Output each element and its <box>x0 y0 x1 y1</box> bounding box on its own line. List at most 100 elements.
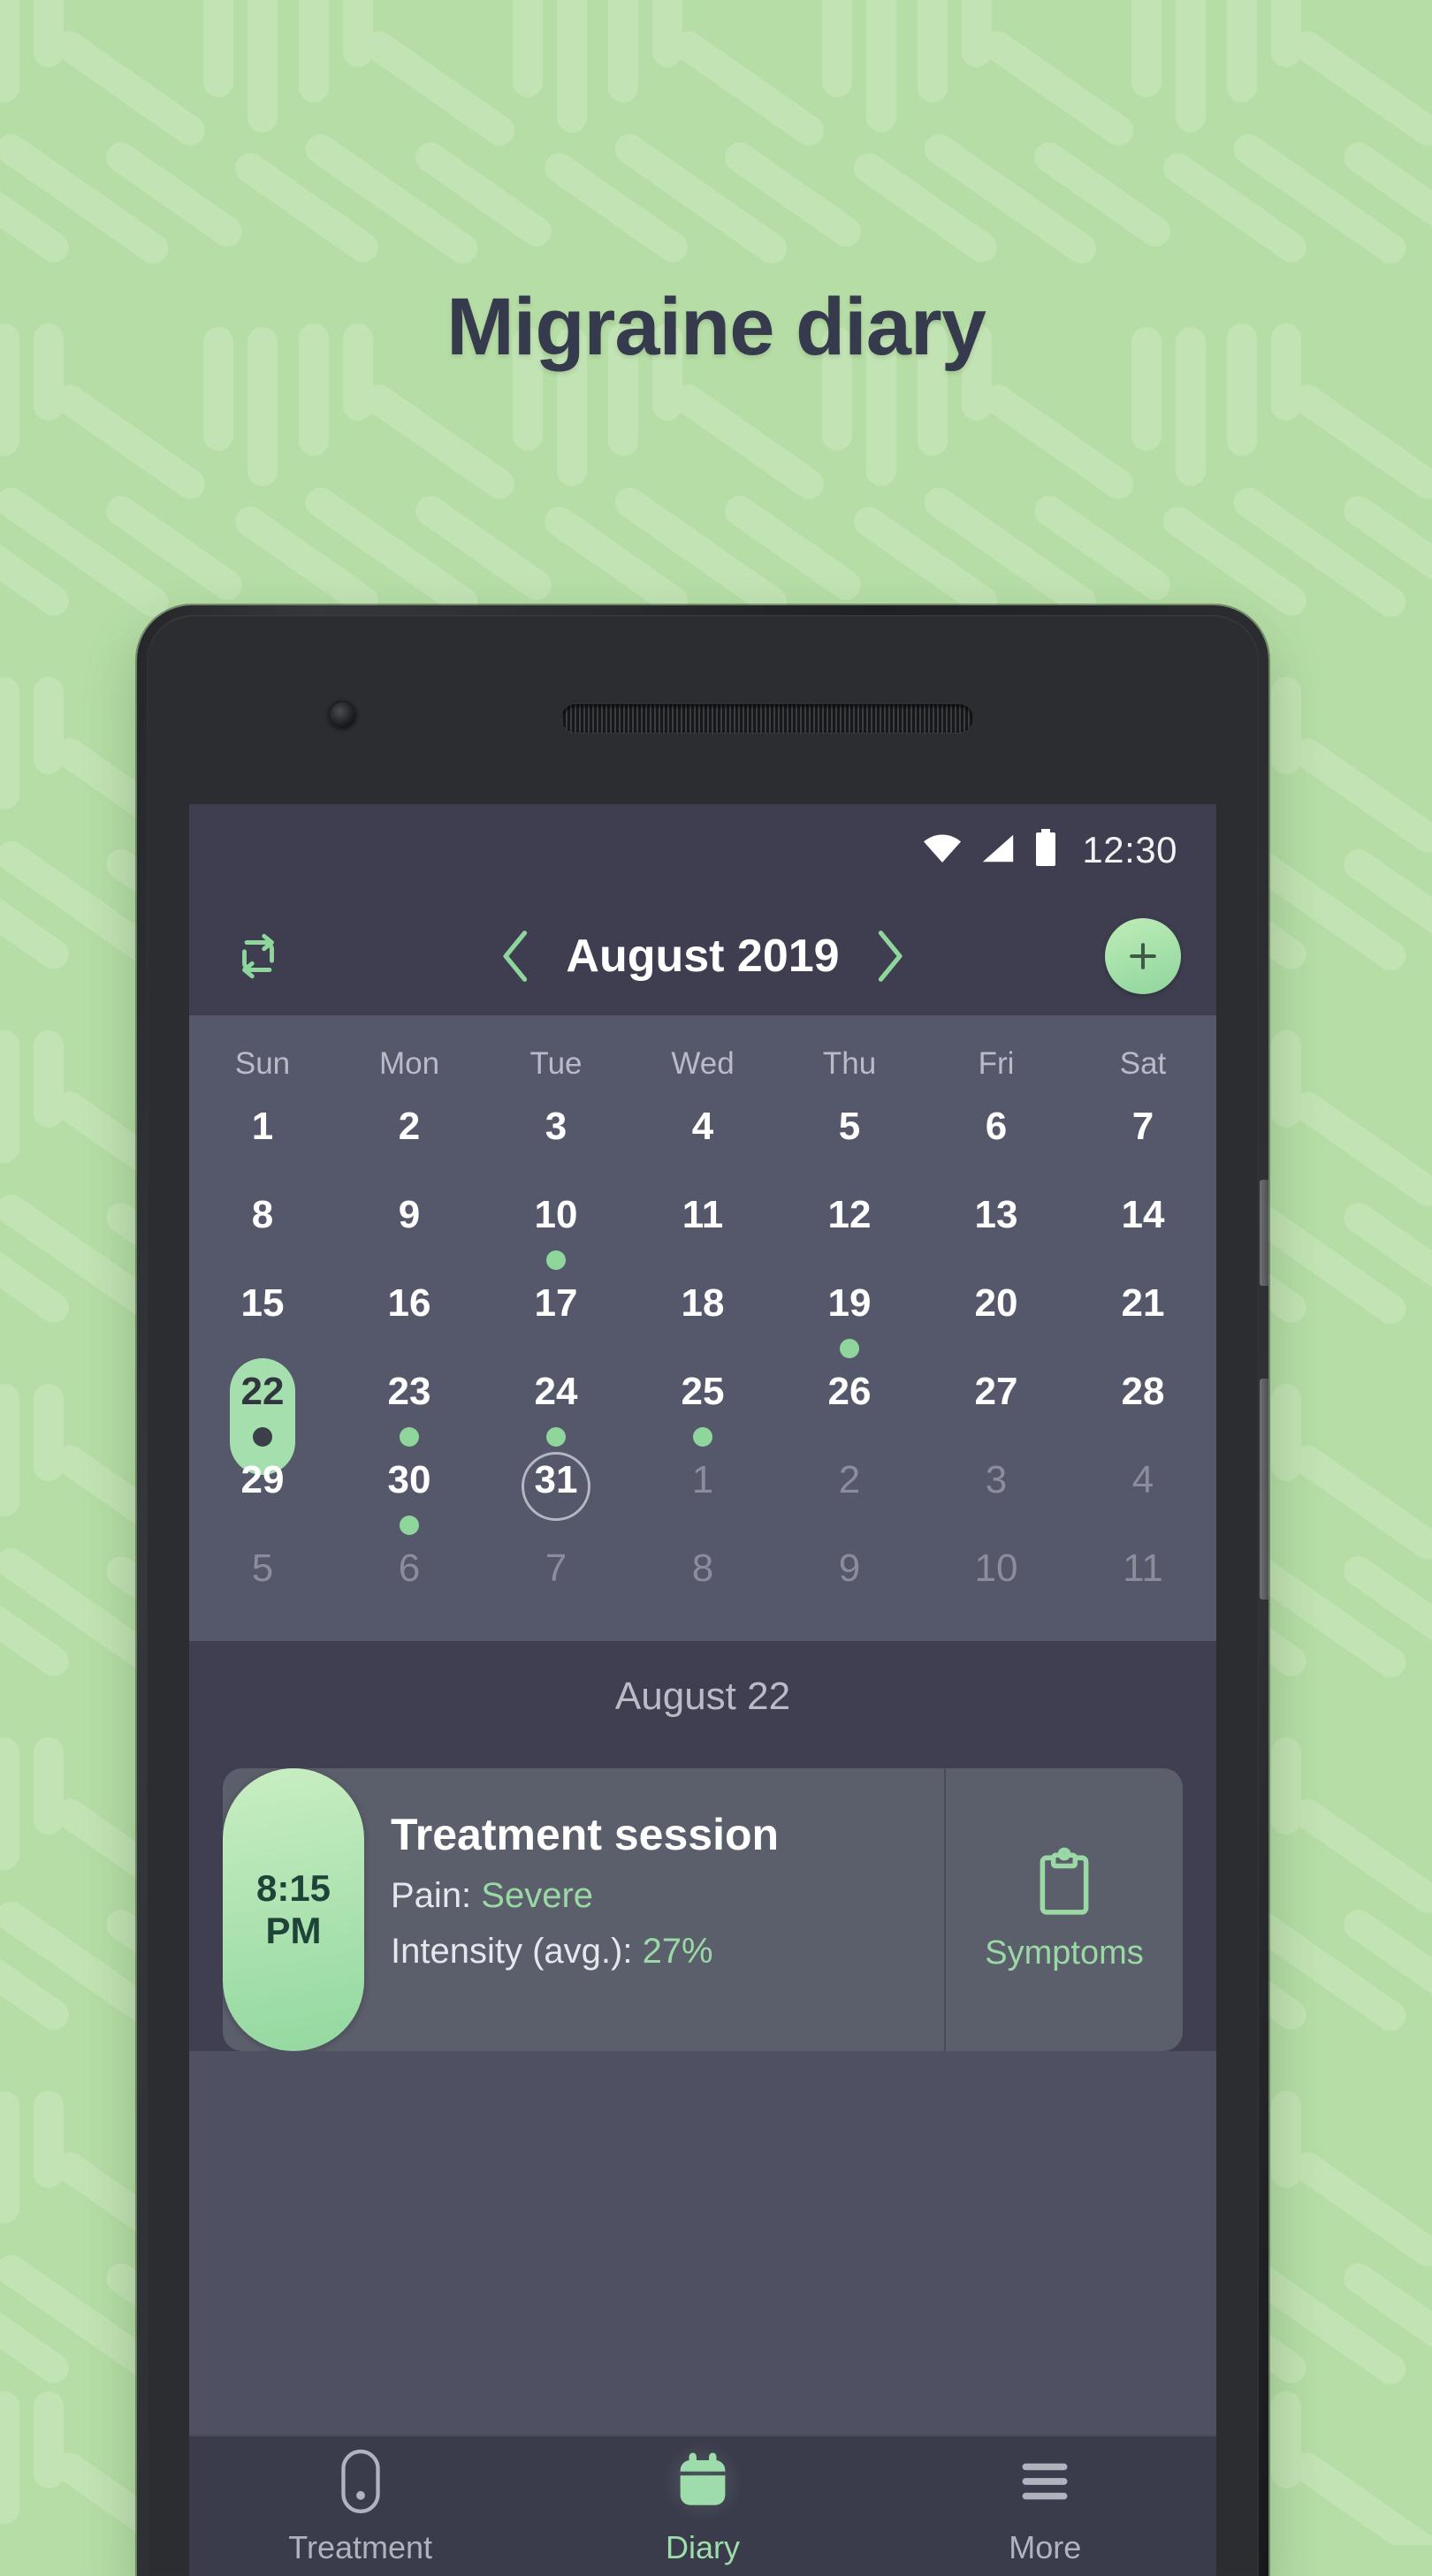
calendar-day-cell[interactable]: 10 <box>923 1540 1070 1629</box>
symptoms-button[interactable]: Symptoms <box>944 1768 1183 2051</box>
calendar-day-cell[interactable]: 14 <box>1070 1187 1216 1275</box>
calendar-day-cell[interactable]: 24 <box>483 1364 629 1452</box>
add-entry-button[interactable] <box>1105 917 1181 994</box>
chevron-right-icon[interactable] <box>866 926 912 986</box>
calendar-day-cell[interactable]: 22 <box>189 1358 336 1475</box>
calendar-day-number: 30 <box>387 1458 431 1501</box>
calendar-day-number: 8 <box>251 1193 274 1236</box>
weekday-cell: Tue <box>483 1030 629 1098</box>
calendar-day-number: 2 <box>398 1105 421 1148</box>
calendar-day-cell[interactable]: 25 <box>629 1364 776 1452</box>
calendar-day-cell[interactable]: 2 <box>776 1452 923 1540</box>
calendar-day-cell[interactable]: 16 <box>336 1275 483 1364</box>
calendar-day-cell[interactable]: 8 <box>189 1187 336 1275</box>
calendar-day-number: 24 <box>534 1370 578 1413</box>
calendar-day-cell[interactable]: 5 <box>776 1098 923 1187</box>
calendar-day-cell[interactable]: 1 <box>629 1452 776 1540</box>
calendar-day-cell[interactable]: 3 <box>923 1452 1070 1540</box>
event-indicator-dot <box>693 1427 712 1447</box>
weekday-cell: Fri <box>923 1030 1070 1098</box>
cellular-signal-icon <box>979 831 1017 870</box>
calendar-week-row: 29 30 31 1 2 3 4 <box>189 1452 1216 1540</box>
calendar-day-cell[interactable]: 4 <box>629 1098 776 1187</box>
calendar-day-cell[interactable]: 7 <box>483 1540 629 1629</box>
clipboard-icon <box>1032 1847 1097 1922</box>
event-pain-label: Pain: <box>391 1876 472 1915</box>
weekday-label: Sat <box>1119 1046 1167 1081</box>
calendar-day-number: 7 <box>545 1546 567 1590</box>
calendar-day-cell[interactable]: 2 <box>336 1098 483 1187</box>
calendar-day-number: 3 <box>985 1458 1008 1501</box>
calendar-day-number: 15 <box>240 1281 285 1325</box>
nav-item-diary[interactable]: Diary <box>531 2441 873 2566</box>
calendar-day-cell[interactable]: 7 <box>1070 1098 1216 1187</box>
event-intensity-label: Intensity (avg.): <box>391 1932 633 1971</box>
chevron-left-icon[interactable] <box>493 926 539 986</box>
weekday-label: Tue <box>529 1046 583 1081</box>
calendar-day-number: 5 <box>251 1546 274 1590</box>
calendar-day-cell[interactable]: 3 <box>483 1098 629 1187</box>
calendar-day-cell[interactable]: 9 <box>776 1540 923 1629</box>
calendar-day-cell[interactable]: 12 <box>776 1187 923 1275</box>
event-time-hour: 8:15 <box>255 1866 331 1909</box>
calendar-week-row: 22 23 24 25 26 27 28 <box>189 1358 1216 1475</box>
calendar-day-cell[interactable]: 21 <box>1070 1275 1216 1364</box>
calendar-day-number: 25 <box>681 1370 725 1413</box>
calendar-day-number: 20 <box>974 1281 1018 1325</box>
calendar-week-row: 8 9 10 11 12 13 14 <box>189 1187 1216 1275</box>
calendar-day-cell[interactable]: 26 <box>776 1364 923 1452</box>
calendar-day-cell[interactable]: 6 <box>923 1098 1070 1187</box>
calendar-day-number: 10 <box>974 1546 1018 1590</box>
calendar-day-cell[interactable]: 15 <box>189 1275 336 1364</box>
calendar-day-cell[interactable]: 4 <box>1070 1452 1216 1540</box>
calendar-day-number: 3 <box>545 1105 567 1148</box>
calendar-day-cell[interactable]: 17 <box>483 1275 629 1364</box>
calendar-day-number: 10 <box>534 1193 578 1236</box>
calendar-weekday-row: Sun Mon Tue Wed Thu Fri Sat <box>189 1030 1216 1098</box>
calendar-day-cell[interactable]: 29 <box>189 1452 336 1540</box>
calendar-day-cell[interactable]: 11 <box>629 1187 776 1275</box>
weekday-cell: Mon <box>336 1030 483 1098</box>
calendar-day-number: 18 <box>681 1281 725 1325</box>
weekday-label: Wed <box>671 1046 735 1081</box>
wifi-icon <box>921 831 964 870</box>
calendar-day-number: 19 <box>827 1281 872 1325</box>
calendar-day-cell[interactable]: 27 <box>923 1364 1070 1452</box>
calendar-day-cell[interactable]: 6 <box>336 1540 483 1629</box>
calendar-day-cell[interactable]: 10 <box>483 1187 629 1275</box>
weekday-cell: Thu <box>776 1030 923 1098</box>
month-label: August 2019 <box>566 930 840 982</box>
phone-screen: 12:30 August 2019 Sun Mon Tue Wed Thu Fr… <box>189 804 1216 2576</box>
calendar-day-cell[interactable]: 30 <box>336 1452 483 1540</box>
power-button[interactable] <box>1260 1180 1268 1286</box>
event-card[interactable]: 8:15 PM Treatment session Pain: Severe I… <box>223 1768 1183 2051</box>
calendar-day-cell[interactable]: 1 <box>189 1098 336 1187</box>
calendar-day-cell[interactable]: 11 <box>1070 1540 1216 1629</box>
earpiece-speaker <box>561 704 973 733</box>
calendar-day-cell[interactable]: 23 <box>336 1364 483 1452</box>
calendar-day-cell[interactable]: 5 <box>189 1540 336 1629</box>
calendar-day-cell[interactable]: 19 <box>776 1275 923 1364</box>
calendar-day-cell[interactable]: 31 <box>483 1452 629 1540</box>
volume-button[interactable] <box>1260 1379 1268 1600</box>
nav-item-treatment[interactable]: Treatment <box>189 2446 531 2566</box>
calendar-day-cell[interactable]: 28 <box>1070 1364 1216 1452</box>
weekday-cell: Wed <box>629 1030 776 1098</box>
calendar-day-cell[interactable]: 8 <box>629 1540 776 1629</box>
event-title: Treatment session <box>391 1810 780 1859</box>
hamburger-menu-icon <box>1004 2446 1085 2517</box>
calendar-icon <box>661 2441 743 2522</box>
calendar-day-number: 28 <box>1121 1370 1165 1413</box>
weekday-cell: Sun <box>189 1030 336 1098</box>
calendar-day-cell[interactable]: 13 <box>923 1187 1070 1275</box>
calendar-day-cell[interactable]: 20 <box>923 1275 1070 1364</box>
nav-item-more[interactable]: More <box>874 2446 1216 2566</box>
front-camera-icon <box>330 703 355 728</box>
calendar-day-number: 7 <box>1131 1105 1154 1148</box>
calendar-day-cell[interactable]: 18 <box>629 1275 776 1364</box>
event-indicator-dot <box>400 1516 419 1535</box>
calendar-day-cell[interactable]: 9 <box>336 1187 483 1275</box>
sync-refresh-icon[interactable] <box>225 923 292 990</box>
calendar-week-row: 1 2 3 4 5 6 7 <box>189 1098 1216 1187</box>
event-time-pill: 8:15 PM <box>223 1768 364 2051</box>
